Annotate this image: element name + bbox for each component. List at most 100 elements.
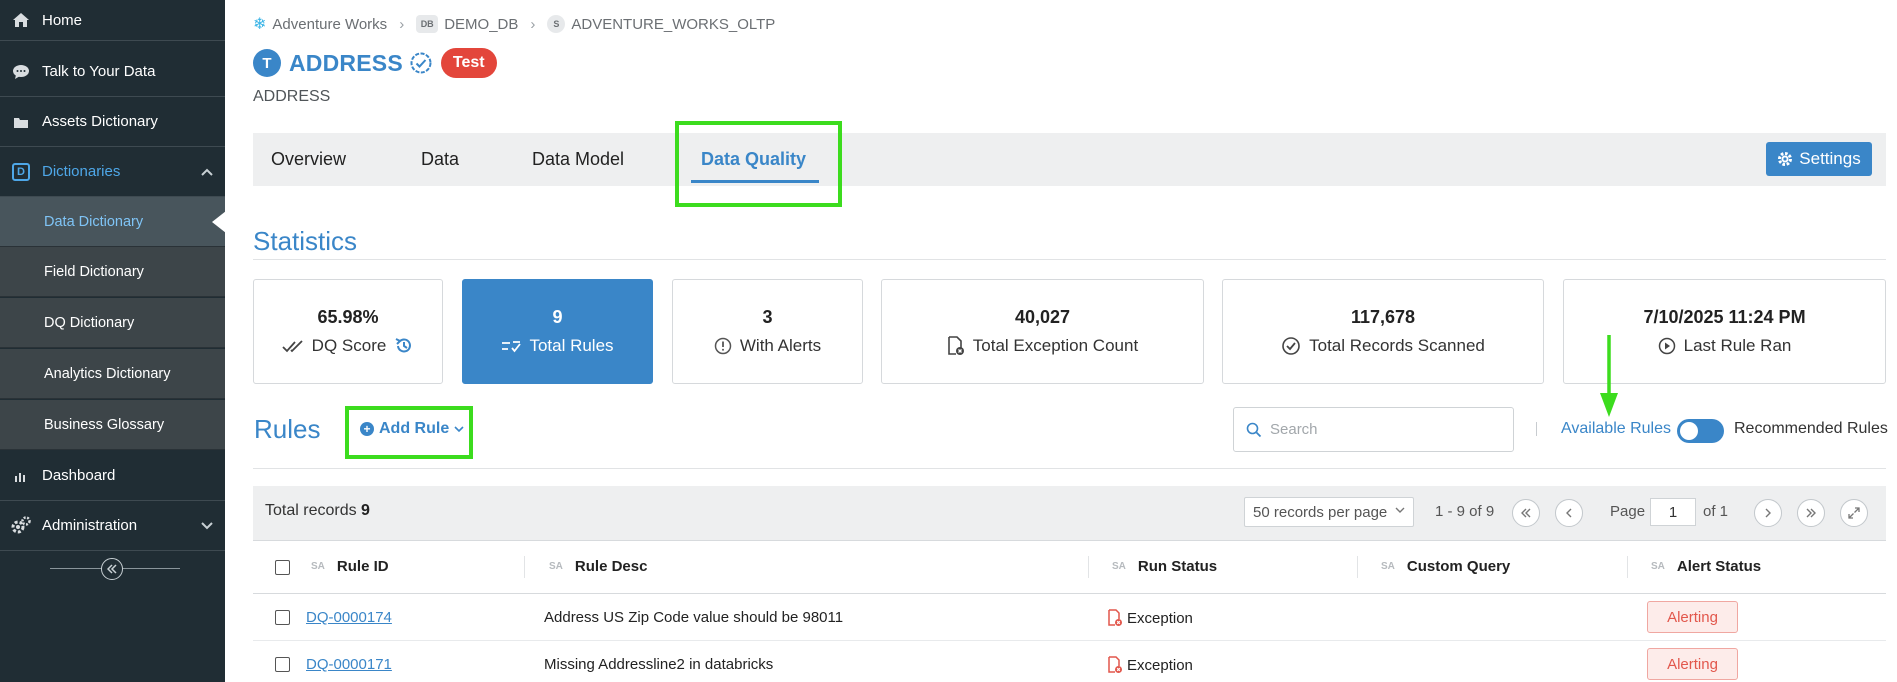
table-type-badge: T: [253, 49, 281, 77]
stat-label: With Alerts: [739, 336, 822, 355]
search-field[interactable]: [1233, 407, 1514, 452]
column-separator[interactable]: [1088, 556, 1089, 578]
stat-card-total-exception-count[interactable]: 40,027 Total Exception Count: [881, 279, 1204, 384]
column-header-rule-id[interactable]: SA Rule ID: [311, 558, 389, 575]
gear-icon: [1778, 152, 1793, 166]
section-divider: [253, 259, 1886, 260]
previous-page-button[interactable]: [1555, 499, 1583, 527]
gears-icon: [10, 515, 32, 536]
first-page-button[interactable]: [1512, 499, 1540, 527]
stat-value: 9: [552, 307, 563, 327]
total-records-label: Total records: [265, 502, 357, 519]
next-page-button[interactable]: [1754, 499, 1782, 527]
column-separator[interactable]: [1627, 556, 1628, 578]
sidebar-item-talk-to-your-data[interactable]: Talk to Your Data: [0, 47, 225, 97]
row-checkbox[interactable]: [275, 610, 290, 625]
run-status: Exception: [1107, 656, 1193, 674]
stat-card-total-records-scanned[interactable]: 117,678 Total Records Scanned: [1222, 279, 1544, 384]
table-header: [253, 540, 1886, 594]
sidebar-item-dashboard[interactable]: Dashboard: [0, 451, 225, 501]
records-per-page-select[interactable]: 50 records per page: [1244, 497, 1414, 527]
column-header-custom-query[interactable]: SA Custom Query: [1381, 558, 1510, 575]
page-number-input[interactable]: [1650, 498, 1696, 526]
stat-card-with-alerts[interactable]: 3 With Alerts: [672, 279, 863, 384]
history-icon[interactable]: [394, 336, 414, 356]
expand-table-button[interactable]: [1840, 499, 1868, 527]
alert-status-badge[interactable]: Alerting: [1647, 601, 1738, 633]
sidebar-item-label: Home: [42, 11, 83, 29]
sidebar-item-dictionaries[interactable]: D Dictionaries: [0, 147, 225, 197]
table-row[interactable]: [253, 594, 1886, 641]
rules-view-toggle[interactable]: [1677, 419, 1724, 443]
tab-data[interactable]: Data: [421, 133, 459, 186]
records-range: 1 - 9 of 9: [1435, 503, 1495, 520]
page-title: ADDRESS: [289, 49, 403, 76]
stat-value: 40,027: [1014, 307, 1071, 327]
rule-id-link[interactable]: DQ-0000171: [306, 656, 392, 673]
sidebar-item-home[interactable]: Home: [0, 0, 225, 41]
database-icon: DB: [416, 15, 439, 33]
stat-card-total-rules[interactable]: 9 Total Rules: [462, 279, 653, 384]
dictionary-icon: D: [10, 162, 32, 181]
alert-status-badge[interactable]: Alerting: [1647, 648, 1738, 680]
column-header-label: Rule Desc: [574, 558, 648, 575]
column-header-rule-desc[interactable]: SA Rule Desc: [549, 558, 647, 575]
sidebar-subitem-label: Analytics Dictionary: [44, 365, 171, 382]
page-label: Page: [1610, 503, 1646, 520]
alert-circle-icon: [714, 337, 732, 355]
tab-data-model[interactable]: Data Model: [532, 133, 624, 186]
play-circle-icon: [1658, 337, 1675, 355]
sidebar-item-label: Talk to Your Data: [42, 63, 156, 80]
column-header-alert-status[interactable]: SA Alert Status: [1651, 558, 1761, 575]
active-indicator: [212, 211, 226, 233]
available-rules-label[interactable]: Available Rules: [1561, 420, 1671, 438]
sidebar-subitem-dq-dictionary[interactable]: DQ Dictionary: [0, 298, 225, 348]
column-header-label: Run Status: [1137, 558, 1218, 575]
file-exception-icon: [947, 336, 964, 355]
column-separator[interactable]: [1357, 556, 1358, 578]
toolbar-separator: [1536, 422, 1537, 436]
sort-icon: SA: [549, 561, 563, 572]
sidebar-subitem-business-glossary[interactable]: Business Glossary: [0, 400, 225, 450]
sidebar-subitem-data-dictionary[interactable]: Data Dictionary: [0, 197, 226, 247]
double-check-icon: [282, 340, 303, 353]
expand-icon: [1848, 507, 1860, 519]
breadcrumb-account[interactable]: Adventure Works: [272, 16, 387, 33]
stat-card-dq-score[interactable]: 65.98% DQ Score: [253, 279, 443, 384]
schema-icon: S: [547, 15, 566, 33]
double-chevron-left-icon: [1521, 508, 1531, 518]
rule-id-link[interactable]: DQ-0000174: [306, 609, 392, 626]
breadcrumb-separator-icon: ›: [530, 15, 536, 33]
sidebar-item-administration[interactable]: Administration: [0, 501, 225, 551]
rules-title: Rules: [254, 414, 321, 444]
chevron-right-icon: [1765, 508, 1771, 518]
column-header-run-status[interactable]: SA Run Status: [1112, 558, 1217, 575]
sidebar-subitem-analytics-dictionary[interactable]: Analytics Dictionary: [0, 349, 225, 399]
breadcrumb-schema[interactable]: ADVENTURE_WORKS_OLTP: [571, 16, 775, 33]
collapse-sidebar-button[interactable]: [101, 558, 123, 580]
environment-badge: Test: [440, 48, 497, 78]
table-row[interactable]: [253, 641, 1886, 682]
stat-value: 7/10/2025 11:24 PM: [1643, 307, 1806, 327]
settings-button[interactable]: Settings: [1766, 142, 1872, 176]
column-header-label: Rule ID: [336, 558, 389, 575]
sidebar-item-assets-dictionary[interactable]: Assets Dictionary: [0, 97, 225, 147]
row-checkbox[interactable]: [275, 657, 290, 672]
sidebar-subitem-label: DQ Dictionary: [44, 314, 135, 331]
search-input[interactable]: [1270, 421, 1500, 438]
records-per-page-value: 50 records per page: [1253, 503, 1388, 521]
total-records: Total records 9: [265, 502, 370, 520]
rule-desc: Address US Zip Code value should be 9801…: [544, 609, 844, 626]
sidebar-item-label: Dashboard: [42, 467, 116, 484]
stat-label: DQ Score: [311, 336, 387, 355]
recommended-rules-label[interactable]: Recommended Rules: [1734, 420, 1888, 438]
select-all-checkbox[interactable]: [275, 560, 290, 575]
breadcrumb-database[interactable]: DEMO_DB: [444, 16, 518, 33]
column-separator[interactable]: [524, 556, 525, 578]
double-chevron-right-icon: [1806, 508, 1816, 518]
highlight-box: [345, 406, 473, 459]
sidebar-subitem-field-dictionary[interactable]: Field Dictionary: [0, 247, 225, 297]
snowflake-icon: ❄: [253, 16, 267, 33]
tab-overview[interactable]: Overview: [271, 133, 346, 186]
last-page-button[interactable]: [1797, 499, 1825, 527]
